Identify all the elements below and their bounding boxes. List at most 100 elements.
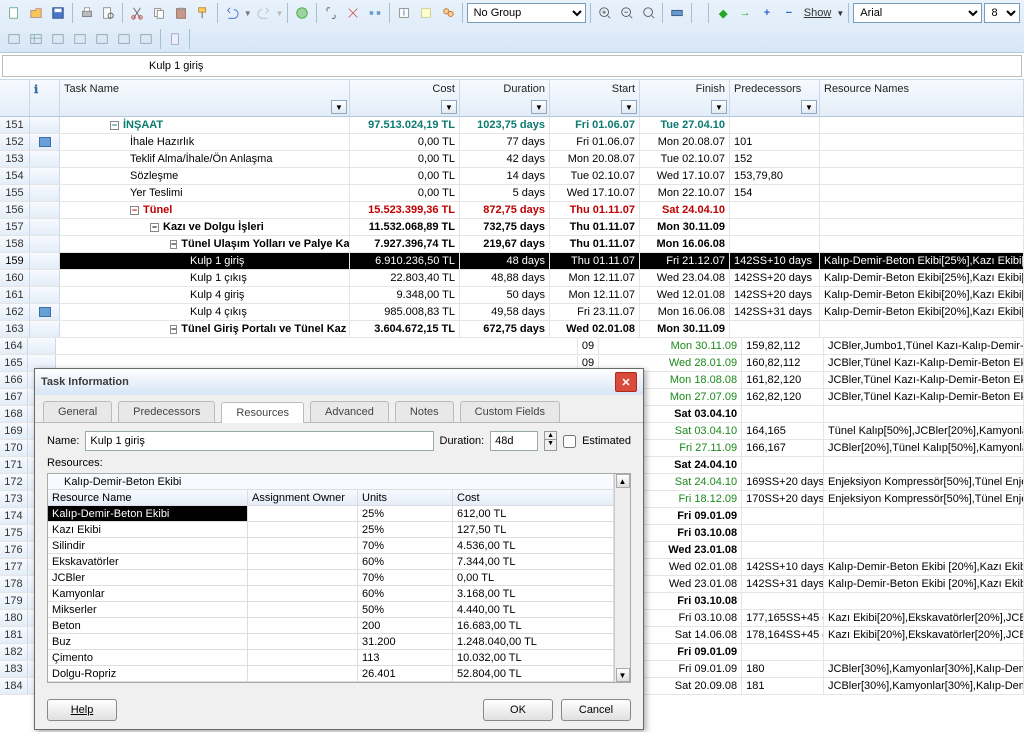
tool2-2-icon[interactable]	[26, 29, 46, 49]
format-painter-icon[interactable]	[193, 3, 213, 23]
task-row[interactable]: 157−Kazı ve Dolgu İşleri11.532.068,89 TL…	[0, 219, 1024, 236]
tab-general[interactable]: General	[43, 401, 112, 422]
task-row[interactable]: 161Kulp 4 giriş9.348,00 TL50 daysMon 12.…	[0, 287, 1024, 304]
outdent-icon[interactable]: ◆	[713, 3, 733, 23]
paste-icon[interactable]	[171, 3, 191, 23]
show-label[interactable]: Show	[801, 7, 835, 19]
font-combo[interactable]: Arial	[853, 3, 982, 23]
tool2-6-icon[interactable]	[114, 29, 134, 49]
info-icon[interactable]: i	[394, 3, 414, 23]
tab-resources[interactable]: Resources	[221, 402, 304, 423]
copy-icon[interactable]	[149, 3, 169, 23]
assign-icon[interactable]	[438, 3, 458, 23]
scroll-up-icon[interactable]: ▲	[616, 474, 630, 488]
task-row[interactable]: 159Kulp 1 giriş6.910.236,50 TL48 daysThu…	[0, 253, 1024, 270]
spin-down-icon[interactable]: ▼	[545, 440, 556, 447]
tool2-8-icon[interactable]	[165, 29, 185, 49]
duration-input[interactable]	[490, 431, 538, 451]
edit-cell-value[interactable]: Kulp 1 giriş	[149, 60, 203, 72]
tab-predecessors[interactable]: Predecessors	[118, 401, 215, 422]
resource-row[interactable]: Kamyonlar60%3.168,00 TL	[48, 586, 614, 602]
task-row[interactable]: 154Sözleşme0,00 TL14 daysTue 02.10.07Wed…	[0, 168, 1024, 185]
filter-icon[interactable]: ▼	[531, 100, 547, 114]
tool2-7-icon[interactable]	[136, 29, 156, 49]
resource-row[interactable]: Mikserler50%4.440,00 TL	[48, 602, 614, 618]
tool2-5-icon[interactable]	[92, 29, 112, 49]
close-icon[interactable]: ✕	[615, 372, 637, 392]
tab-notes[interactable]: Notes	[395, 401, 454, 422]
fontsize-combo[interactable]: 8	[984, 3, 1020, 23]
resource-row[interactable]: Beton20016.683,00 TL	[48, 618, 614, 634]
cut-icon[interactable]	[127, 3, 147, 23]
estimated-checkbox[interactable]	[563, 435, 576, 448]
task-row[interactable]: 156−Tünel15.523.399,36 TL872,75 daysThu …	[0, 202, 1024, 219]
task-row[interactable]: 16409Mon 30.11.09159,82,112JCBler,Jumbo1…	[0, 338, 1024, 355]
show-dropdown-icon[interactable]: ▼	[836, 9, 844, 18]
task-row[interactable]: 151−İNŞAAT97.513.024,19 TL1023,75 daysFr…	[0, 117, 1024, 134]
link-tasks-icon[interactable]	[321, 3, 341, 23]
save-icon[interactable]	[48, 3, 68, 23]
undo-icon[interactable]	[222, 3, 242, 23]
resource-row[interactable]: Silindir70%4.536,00 TL	[48, 538, 614, 554]
resource-row[interactable]: Dolgu-Ropriz26.40152.804,00 TL	[48, 666, 614, 682]
resource-row[interactable]: Kazı Ekibi25%127,50 TL	[48, 522, 614, 538]
resource-row[interactable]: Çimento11310.032,00 TL	[48, 650, 614, 666]
res-hdr-cost[interactable]: Cost	[453, 490, 614, 505]
tab-custom-fields[interactable]: Custom Fields	[460, 401, 560, 422]
cancel-button[interactable]: Cancel	[561, 699, 631, 721]
notes-icon[interactable]	[416, 3, 436, 23]
new-icon[interactable]	[4, 3, 24, 23]
ok-button[interactable]: OK	[483, 699, 553, 721]
task-row[interactable]: 155Yer Teslimi0,00 TL5 daysWed 17.10.07M…	[0, 185, 1024, 202]
resource-row[interactable]: Kalıp-Demir-Beton Ekibi25%612,00 TL	[48, 506, 614, 522]
hdr-indicator[interactable]: ℹ	[30, 80, 60, 116]
help-button[interactable]: Help	[47, 699, 117, 721]
show-subtasks-icon[interactable]: +	[757, 3, 777, 23]
indent-icon[interactable]: →	[735, 3, 755, 23]
hdr-rownum[interactable]	[0, 80, 30, 116]
zoom-in-icon[interactable]	[595, 3, 615, 23]
goto-task-icon[interactable]	[667, 3, 687, 23]
zoom-fit-icon[interactable]	[639, 3, 659, 23]
hdr-predecessors[interactable]: Predecessors▼	[730, 80, 820, 116]
link-icon[interactable]	[292, 3, 312, 23]
task-row[interactable]: 162Kulp 4 çıkış985.008,83 TL49,58 daysFr…	[0, 304, 1024, 321]
print-icon[interactable]	[77, 3, 97, 23]
unlink-tasks-icon[interactable]	[343, 3, 363, 23]
filter-icon[interactable]: ▼	[711, 100, 727, 114]
resource-row[interactable]: Ekskavatörler60%7.344,00 TL	[48, 554, 614, 570]
tool2-4-icon[interactable]	[70, 29, 90, 49]
zoom-out-icon[interactable]	[617, 3, 637, 23]
redo-icon[interactable]	[254, 3, 274, 23]
open-icon[interactable]	[26, 3, 46, 23]
resource-top-cell[interactable]: Kalıp-Demir-Beton Ekibi	[48, 474, 614, 489]
res-hdr-units[interactable]: Units	[358, 490, 453, 505]
hdr-cost[interactable]: Cost▼	[350, 80, 460, 116]
dialog-titlebar[interactable]: Task Information ✕	[35, 369, 643, 395]
tool2-1-icon[interactable]	[4, 29, 24, 49]
hdr-task[interactable]: Task Name▼	[60, 80, 350, 116]
hdr-resources[interactable]: Resource Names	[820, 80, 1024, 116]
tool2-3-icon[interactable]	[48, 29, 68, 49]
filter-icon[interactable]: ▼	[441, 100, 457, 114]
task-row[interactable]: 158−Tünel Ulaşım Yolları ve Palye Ka7.92…	[0, 236, 1024, 253]
group-combo[interactable]: No Group	[467, 3, 586, 23]
undo-dropdown-icon[interactable]: ▼	[244, 9, 252, 18]
resource-row[interactable]: Buz31.2001.248.040,00 TL	[48, 634, 614, 650]
resource-row[interactable]: JCBler70%0,00 TL	[48, 570, 614, 586]
res-hdr-name[interactable]: Resource Name	[48, 490, 248, 505]
split-icon[interactable]	[365, 3, 385, 23]
hdr-finish[interactable]: Finish▼	[640, 80, 730, 116]
task-row[interactable]: 152İhale Hazırlık0,00 TL77 daysFri 01.06…	[0, 134, 1024, 151]
filter-icon[interactable]: ▼	[621, 100, 637, 114]
tab-advanced[interactable]: Advanced	[310, 401, 389, 422]
task-row[interactable]: 160Kulp 1 çıkış22.803,40 TL48,88 daysMon…	[0, 270, 1024, 287]
task-row[interactable]: 163−Tünel Giriş Portalı ve Tünel Kaz3.60…	[0, 321, 1024, 338]
name-input[interactable]	[85, 431, 433, 451]
hide-subtasks-icon[interactable]: −	[779, 3, 799, 23]
scroll-down-icon[interactable]: ▼	[616, 668, 630, 682]
preview-icon[interactable]	[99, 3, 119, 23]
resource-scrollbar[interactable]: ▲ ▼	[614, 474, 630, 682]
task-row[interactable]: 153Teklif Alma/İhale/Ön Anlaşma0,00 TL42…	[0, 151, 1024, 168]
hdr-start[interactable]: Start▼	[550, 80, 640, 116]
